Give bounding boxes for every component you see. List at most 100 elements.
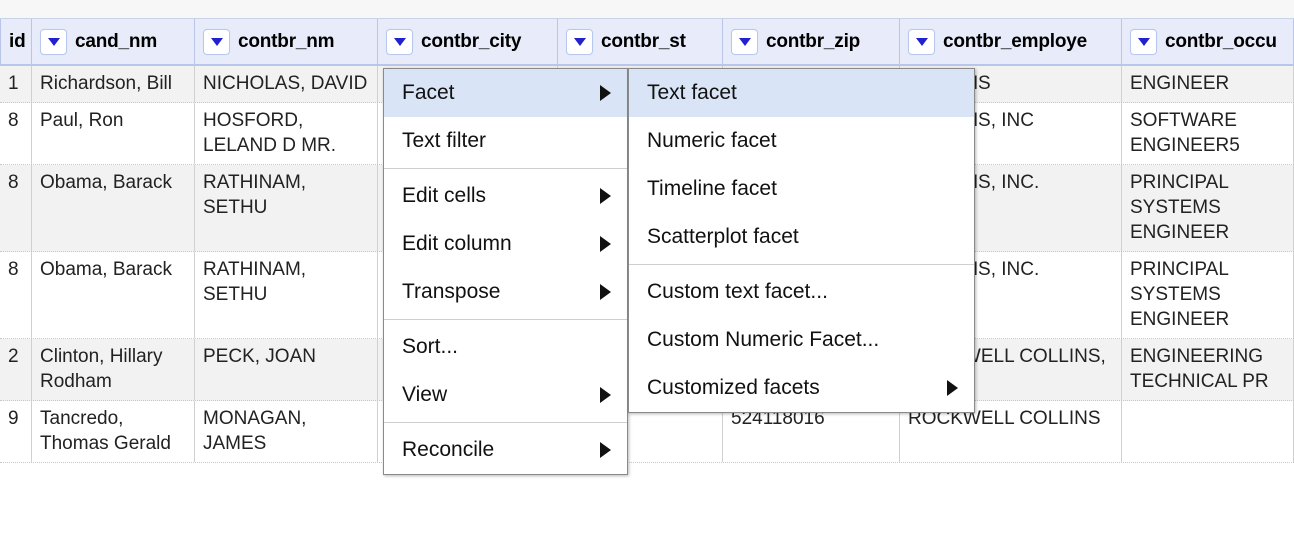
- menu-item-edit-column[interactable]: Edit column: [384, 220, 627, 268]
- column-header-label: contbr_zip: [766, 30, 861, 52]
- menu-item-sort[interactable]: Sort...: [384, 323, 627, 371]
- column-header-label: contbr_city: [421, 30, 522, 52]
- cell-cand_nm[interactable]: Clinton, Hillary Rodham: [32, 339, 195, 400]
- menu-item-label: Text filter: [402, 129, 487, 152]
- column-header-row: id cand_nm contbr_nm contbr_city contbr_st co…: [0, 19, 1294, 66]
- chevron-down-icon: [47, 37, 60, 46]
- column-context-menu[interactable]: Facet Text filter Edit cells Edit column Tra…: [383, 68, 628, 475]
- cell-cand_nm[interactable]: Richardson, Bill: [32, 66, 195, 102]
- chevron-down-icon: [393, 37, 406, 46]
- menu-item-customized-facets[interactable]: Customized facets: [629, 364, 974, 412]
- cell-id[interactable]: 9: [0, 401, 32, 462]
- cell-id[interactable]: 8: [0, 103, 32, 164]
- cell-contbr_occu[interactable]: [1122, 401, 1294, 462]
- menu-item-scatterplot-facet[interactable]: Scatterplot facet: [629, 213, 974, 261]
- chevron-right-icon: [600, 85, 611, 101]
- column-menu-button-contbr_occu[interactable]: [1130, 28, 1157, 55]
- cell-contbr_occu[interactable]: PRINCIPAL SYSTEMS ENGINEER: [1122, 165, 1294, 251]
- column-header-label: contbr_st: [601, 30, 686, 52]
- chevron-right-icon: [600, 387, 611, 403]
- column-menu-button-contbr_employe[interactable]: [908, 28, 935, 55]
- menu-item-label: Edit column: [402, 232, 512, 255]
- cell-cand_nm[interactable]: Obama, Barack: [32, 252, 195, 338]
- cell-cand_nm[interactable]: Tancredo, Thomas Gerald: [32, 401, 195, 462]
- menu-item-custom-text-facet[interactable]: Custom text facet...: [629, 268, 974, 316]
- menu-item-label: Edit cells: [402, 184, 487, 207]
- cell-contbr_nm[interactable]: PECK, JOAN: [195, 339, 378, 400]
- menu-item-facet[interactable]: Facet: [384, 69, 627, 117]
- cell-id[interactable]: 8: [0, 252, 32, 338]
- openrefine-data-grid: id cand_nm contbr_nm contbr_city contbr_st co…: [0, 0, 1294, 548]
- chevron-down-icon: [915, 37, 928, 46]
- menu-separator: [629, 264, 974, 265]
- menu-item-view[interactable]: View: [384, 371, 627, 419]
- column-header-label: contbr_employe: [943, 30, 1087, 52]
- cell-contbr_occu[interactable]: PRINCIPAL SYSTEMS ENGINEER: [1122, 252, 1294, 338]
- menu-item-text-facet[interactable]: Text facet: [629, 69, 974, 117]
- column-header-contbr_employe[interactable]: contbr_employe: [900, 19, 1122, 64]
- menu-item-label: Custom text facet...: [647, 280, 828, 303]
- column-header-contbr_city[interactable]: contbr_city: [378, 19, 558, 64]
- column-header-contbr_nm[interactable]: contbr_nm: [195, 19, 378, 64]
- column-header-label: contbr_occu: [1165, 30, 1277, 52]
- menu-item-transpose[interactable]: Transpose: [384, 268, 627, 316]
- grid-top-strip: [0, 0, 1294, 19]
- menu-item-timeline-facet[interactable]: Timeline facet: [629, 165, 974, 213]
- column-menu-button-cand_nm[interactable]: [40, 28, 67, 55]
- column-header-label: contbr_nm: [238, 30, 335, 52]
- chevron-down-icon: [738, 37, 751, 46]
- column-header-contbr_zip[interactable]: contbr_zip: [723, 19, 900, 64]
- facet-submenu[interactable]: Text facet Numeric facet Timeline facet Sca…: [628, 68, 975, 413]
- column-menu-button-contbr_st[interactable]: [566, 28, 593, 55]
- menu-item-reconcile[interactable]: Reconcile: [384, 426, 627, 474]
- menu-item-label: Reconcile: [402, 438, 495, 461]
- chevron-down-icon: [210, 37, 223, 46]
- cell-contbr_occu[interactable]: ENGINEER: [1122, 66, 1294, 102]
- cell-contbr_nm[interactable]: MONAGAN, JAMES: [195, 401, 378, 462]
- column-menu-button-contbr_zip[interactable]: [731, 28, 758, 55]
- chevron-down-icon: [1137, 37, 1150, 46]
- chevron-right-icon: [600, 442, 611, 458]
- cell-contbr_nm[interactable]: HOSFORD, LELAND D MR.: [195, 103, 378, 164]
- menu-item-label: Text facet: [647, 81, 737, 104]
- column-header-label: id: [9, 30, 26, 52]
- menu-separator: [384, 422, 627, 423]
- menu-separator: [384, 319, 627, 320]
- menu-item-label: Scatterplot facet: [647, 225, 799, 248]
- chevron-down-icon: [573, 37, 586, 46]
- column-header-cand_nm[interactable]: cand_nm: [32, 19, 195, 64]
- column-menu-button-contbr_nm[interactable]: [203, 28, 230, 55]
- chevron-right-icon: [600, 188, 611, 204]
- menu-item-label: Customized facets: [647, 376, 820, 399]
- cell-cand_nm[interactable]: Paul, Ron: [32, 103, 195, 164]
- menu-item-label: Facet: [402, 81, 455, 104]
- menu-item-label: View: [402, 383, 448, 406]
- chevron-right-icon: [600, 284, 611, 300]
- menu-item-numeric-facet[interactable]: Numeric facet: [629, 117, 974, 165]
- menu-item-label: Transpose: [402, 280, 501, 303]
- menu-separator: [384, 168, 627, 169]
- menu-item-label: Numeric facet: [647, 129, 777, 152]
- menu-item-label: Sort...: [402, 335, 459, 358]
- menu-item-edit-cells[interactable]: Edit cells: [384, 172, 627, 220]
- cell-id[interactable]: 8: [0, 165, 32, 251]
- cell-contbr_nm[interactable]: NICHOLAS, DAVID: [195, 66, 378, 102]
- chevron-right-icon: [947, 380, 958, 396]
- cell-contbr_nm[interactable]: RATHINAM, SETHU: [195, 165, 378, 251]
- column-header-id[interactable]: id: [0, 19, 32, 64]
- menu-item-label: Timeline facet: [647, 177, 777, 200]
- cell-id[interactable]: 2: [0, 339, 32, 400]
- cell-cand_nm[interactable]: Obama, Barack: [32, 165, 195, 251]
- column-menu-button-contbr_city[interactable]: [386, 28, 413, 55]
- menu-item-label: Custom Numeric Facet...: [647, 328, 880, 351]
- menu-item-custom-numeric-facet[interactable]: Custom Numeric Facet...: [629, 316, 974, 364]
- cell-id[interactable]: 1: [0, 66, 32, 102]
- cell-contbr_occu[interactable]: SOFTWARE ENGINEER5: [1122, 103, 1294, 164]
- column-header-contbr_occu[interactable]: contbr_occu: [1122, 19, 1294, 64]
- chevron-right-icon: [600, 236, 611, 252]
- cell-contbr_nm[interactable]: RATHINAM, SETHU: [195, 252, 378, 338]
- cell-contbr_occu[interactable]: ENGINEERING TECHNICAL PR: [1122, 339, 1294, 400]
- menu-item-text-filter[interactable]: Text filter: [384, 117, 627, 165]
- column-header-label: cand_nm: [75, 30, 158, 52]
- column-header-contbr_st[interactable]: contbr_st: [558, 19, 723, 64]
